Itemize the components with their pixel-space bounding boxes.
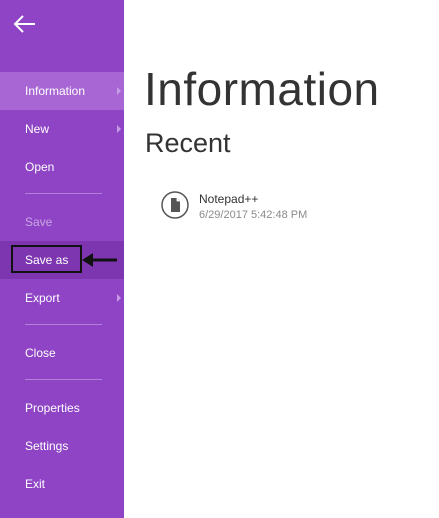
- menu-item-export[interactable]: Export: [0, 279, 124, 317]
- menu-item-save: Save: [0, 203, 124, 241]
- menu-item-close[interactable]: Close: [0, 334, 124, 372]
- menu-item-save-as[interactable]: Save as: [0, 241, 124, 279]
- chevron-right-icon: [117, 87, 121, 95]
- menu-item-settings[interactable]: Settings: [0, 427, 124, 465]
- menu-divider: [25, 193, 102, 194]
- document-icon: [161, 191, 189, 219]
- recent-file-name: Notepad++: [199, 192, 259, 206]
- menu-item-label: Open: [25, 160, 55, 174]
- chevron-right-icon: [117, 294, 121, 302]
- menu-item-open[interactable]: Open: [0, 148, 124, 186]
- menu-item-label: Information: [25, 84, 86, 98]
- menu-item-label: Close: [25, 346, 56, 360]
- menu-item-label: Settings: [25, 439, 69, 453]
- menu-item-label: New: [25, 122, 50, 136]
- menu-item-label: Save as: [25, 253, 69, 267]
- menu-item-new[interactable]: New: [0, 110, 124, 148]
- menu-item-label: Save: [25, 215, 53, 229]
- menu-item-properties[interactable]: Properties: [0, 389, 124, 427]
- menu-item-information[interactable]: Information: [0, 72, 124, 110]
- sidebar: Information New Open Save Save as Export…: [0, 0, 124, 518]
- back-arrow-icon[interactable]: [12, 12, 38, 36]
- recent-file-date: 6/29/2017 5:42:48 PM: [199, 209, 308, 221]
- menu-item-exit[interactable]: Exit: [0, 465, 124, 503]
- recent-file-item[interactable]: Notepad++ 6/29/2017 5:42:48 PM: [155, 186, 405, 230]
- recent-heading: Recent: [145, 128, 231, 158]
- chevron-right-icon: [117, 125, 121, 133]
- menu-divider: [25, 379, 102, 380]
- menu-item-label: Exit: [25, 477, 46, 491]
- page-title: Information: [144, 63, 380, 115]
- menu-item-label: Properties: [25, 401, 80, 415]
- menu-item-label: Export: [25, 291, 60, 305]
- menu-divider: [25, 324, 102, 325]
